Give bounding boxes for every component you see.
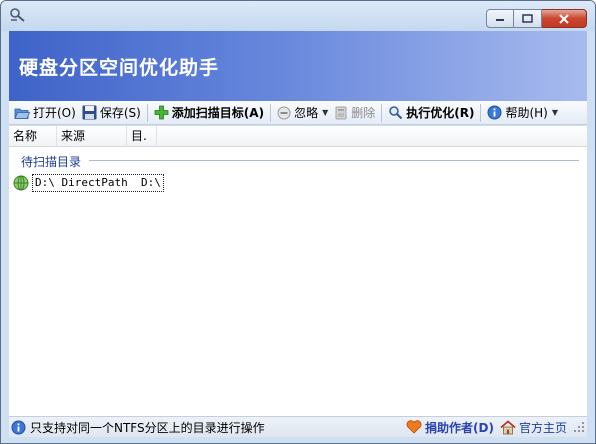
minimize-icon: [496, 18, 504, 21]
run-optimize-label: 执行优化(R): [406, 106, 475, 120]
ignore-icon: [277, 106, 291, 119]
status-message: 只支持对同一个NTFS分区上的目录进行操作: [9, 419, 406, 436]
toolbar-separator: [270, 103, 272, 122]
heart-icon: [406, 420, 422, 434]
delete-label: 删除: [351, 106, 376, 120]
help-dropdown-icon[interactable]: ▼: [552, 108, 558, 117]
toolbar-separator: [480, 103, 482, 122]
open-label: 打开(O): [33, 106, 76, 120]
group-pending-scan: 待扫描目录: [21, 155, 82, 169]
ignore-button[interactable]: 忽略 ▼: [274, 102, 331, 124]
help-label: 帮助(H): [505, 106, 548, 120]
group-divider: [89, 160, 579, 161]
run-optimize-button[interactable]: 执行优化(R): [385, 102, 477, 124]
donate-label: 捐助作者(D): [425, 420, 494, 435]
close-button[interactable]: [542, 9, 587, 28]
add-scan-target-button[interactable]: 添加扫描目标(A): [151, 102, 267, 124]
home-icon: [500, 419, 516, 434]
header-banner: 硬盘分区空间优化助手: [9, 31, 587, 101]
toolbar-separator: [146, 103, 148, 122]
ignore-dropdown-icon[interactable]: ▼: [322, 108, 328, 117]
add-scan-target-label: 添加扫描目标(A): [171, 106, 265, 120]
folder-open-icon: [14, 108, 30, 119]
delete-icon: [335, 106, 347, 119]
toolbar: 打开(O) 保存(S) 添加扫描目标(A) 忽略 ▼ 删除 执行优化(R) 帮助…: [9, 101, 587, 125]
ignore-label: 忽略: [294, 106, 319, 120]
homepage-link[interactable]: 官方主页: [500, 419, 567, 436]
status-bar: 只支持对同一个NTFS分区上的目录进行操作 捐助作者(D) 官方主页: [9, 416, 587, 437]
app-title: 硬盘分区空间优化助手: [19, 57, 220, 79]
app-icon: [10, 8, 25, 22]
maximize-button[interactable]: [514, 9, 542, 28]
delete-button[interactable]: 删除: [331, 102, 378, 124]
list-item-text: D:\ DirectPath D:\: [32, 174, 164, 192]
title-bar[interactable]: [1, 1, 595, 31]
info-icon: [487, 105, 502, 120]
minimize-button[interactable]: [486, 9, 514, 28]
scan-target-list[interactable]: 名称 来源 目. 待扫描目录 D:\ DirectPath D:\: [9, 126, 587, 416]
column-source[interactable]: 来源: [57, 126, 127, 147]
save-label: 保存(S): [99, 106, 141, 120]
maximize-icon: [522, 14, 533, 23]
status-text: 只支持对同一个NTFS分区上的目录进行操作: [30, 420, 265, 435]
window-controls: [486, 9, 587, 28]
close-icon: [559, 13, 569, 24]
save-button[interactable]: 保存(S): [79, 102, 144, 124]
donate-link[interactable]: 捐助作者(D): [406, 419, 494, 436]
help-button[interactable]: 帮助(H) ▼: [484, 102, 561, 124]
save-disk-icon: [82, 105, 97, 120]
list-item[interactable]: D:\ DirectPath D:\: [13, 174, 164, 192]
app-window: 硬盘分区空间优化助手 打开(O) 保存(S) 添加扫描目标(A) 忽略 ▼ 删除…: [0, 0, 596, 444]
column-target[interactable]: 目.: [127, 126, 157, 147]
homepage-label: 官方主页: [518, 420, 567, 435]
info-icon: [11, 420, 26, 434]
add-plus-icon: [154, 105, 169, 120]
column-header: 名称 来源 目.: [9, 126, 587, 147]
open-button[interactable]: 打开(O): [11, 102, 79, 124]
toolbar-separator: [381, 103, 383, 122]
column-name[interactable]: 名称: [9, 126, 57, 147]
globe-icon: [13, 175, 29, 191]
magnifier-icon: [389, 106, 403, 120]
resize-grip-icon[interactable]: [573, 421, 585, 433]
